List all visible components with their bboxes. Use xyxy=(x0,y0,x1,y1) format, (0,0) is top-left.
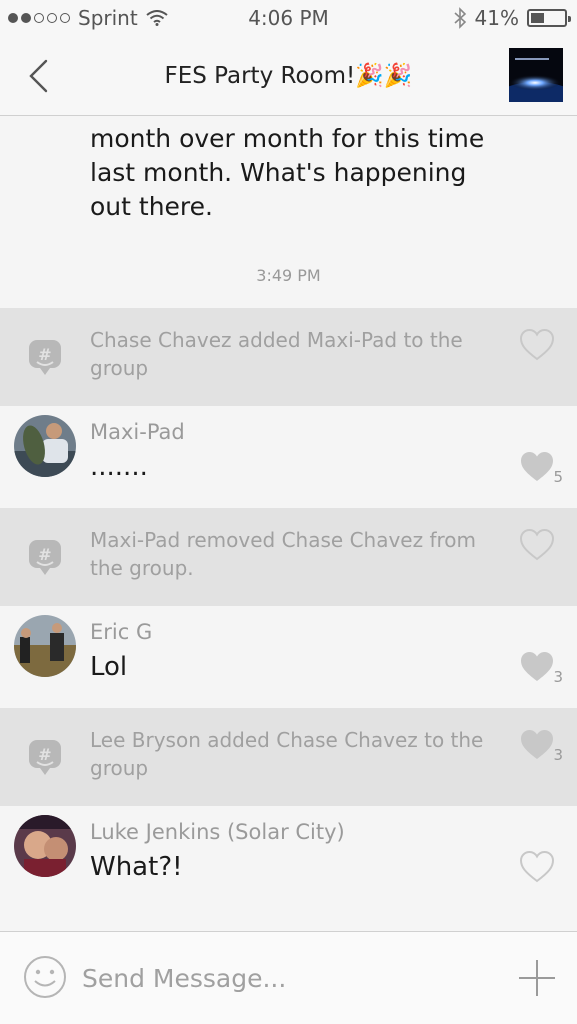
like-heart-icon[interactable] xyxy=(519,528,555,562)
svg-text:#: # xyxy=(38,745,51,764)
message-text: What?! xyxy=(90,852,183,882)
battery-icon xyxy=(527,9,571,27)
system-event-text: Lee Bryson added Chase Chavez to the gro… xyxy=(90,728,484,780)
message-row: Eric G Lol 3 xyxy=(0,606,577,708)
timestamp: 3:49 PM xyxy=(256,266,321,285)
message-input[interactable] xyxy=(82,958,482,998)
like-count: 3 xyxy=(553,746,563,764)
system-event-text: Chase Chavez added Maxi-Pad to the group xyxy=(90,328,463,380)
avatar[interactable] xyxy=(14,815,76,877)
message-body: month over month for this time last mont… xyxy=(90,124,485,221)
message-text: Lol xyxy=(90,652,128,682)
group-avatar[interactable] xyxy=(509,48,563,102)
battery-percent: 41% xyxy=(474,6,519,30)
page-title: FES Party Room!🎉🎉 xyxy=(164,63,413,89)
message-row: Luke Jenkins (Solar City) What?! xyxy=(0,806,577,931)
message-row: Maxi-Pad ....... 5 xyxy=(0,406,577,508)
svg-text:#: # xyxy=(38,345,51,364)
system-event-row: # Maxi-Pad removed Chase Chavez from the… xyxy=(0,508,577,606)
message-composer xyxy=(0,931,577,1024)
plus-icon[interactable] xyxy=(517,958,557,998)
groupme-icon: # xyxy=(29,340,61,375)
status-bar: Sprint 4:06 PM 41% xyxy=(0,0,577,38)
groupme-icon: # xyxy=(29,540,61,575)
groupme-icon: # xyxy=(29,740,61,775)
system-event-row: # Chase Chavez added Maxi-Pad to the gro… xyxy=(0,308,577,406)
like-count: 3 xyxy=(553,668,563,686)
sender-name: Luke Jenkins (Solar City) xyxy=(90,820,345,844)
like-heart-icon[interactable] xyxy=(519,728,555,762)
svg-text:#: # xyxy=(38,545,51,564)
header: FES Party Room!🎉🎉 xyxy=(0,38,577,116)
like-heart-icon[interactable] xyxy=(519,650,555,684)
like-heart-icon[interactable] xyxy=(519,450,555,484)
avatar[interactable] xyxy=(14,615,76,677)
avatar[interactable] xyxy=(14,415,76,477)
system-event-text: Maxi-Pad removed Chase Chavez from the g… xyxy=(90,528,477,580)
message-text: ....... xyxy=(90,452,148,482)
sender-name: Eric G xyxy=(90,620,153,644)
like-heart-icon[interactable] xyxy=(519,328,555,362)
system-event-row: # Lee Bryson added Chase Chavez to the g… xyxy=(0,708,577,806)
bluetooth-icon xyxy=(454,7,466,29)
smiley-icon[interactable] xyxy=(22,954,68,1000)
like-count: 5 xyxy=(553,468,563,486)
message-feed[interactable]: month over month for this time last mont… xyxy=(0,116,577,931)
message-text: month over month for this time last mont… xyxy=(90,116,510,224)
like-heart-icon[interactable] xyxy=(519,850,555,884)
sender-name: Maxi-Pad xyxy=(90,420,185,444)
